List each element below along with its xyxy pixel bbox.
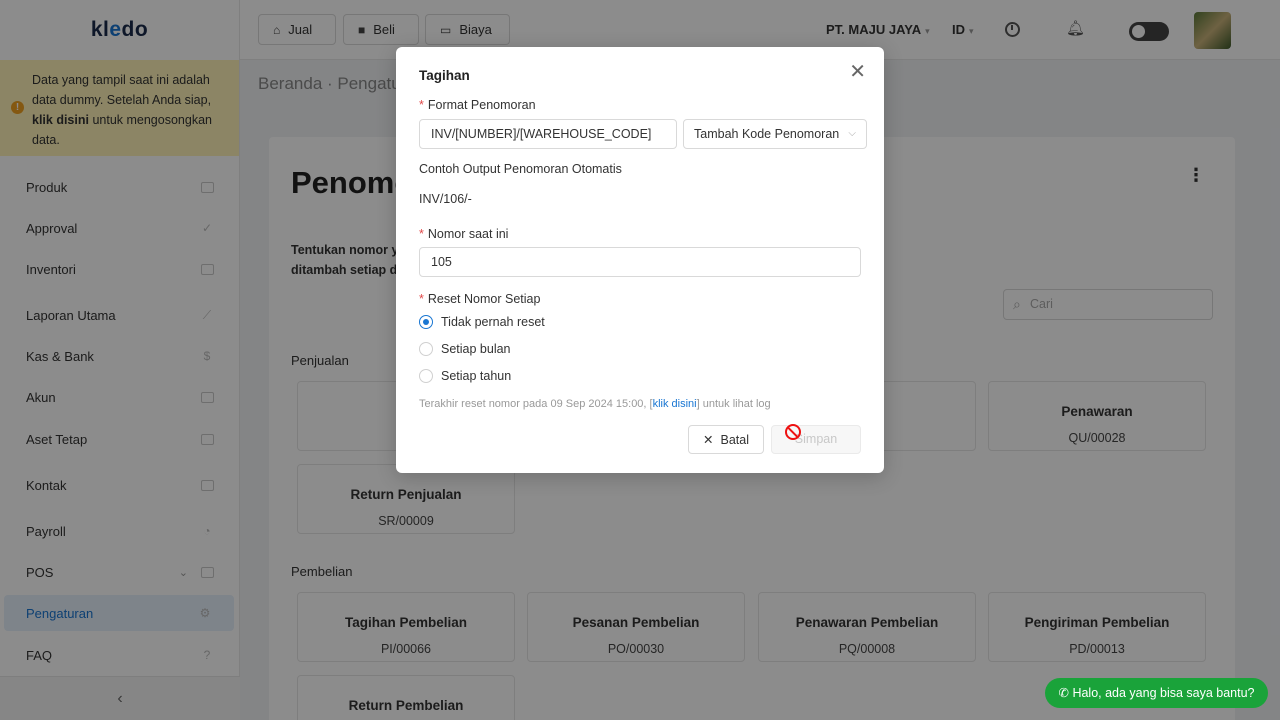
radio-never-reset[interactable]: Tidak pernah reset xyxy=(419,315,545,329)
radio-unchecked-icon xyxy=(419,342,433,356)
example-label: Contoh Output Penomoran Otomatis xyxy=(419,162,622,176)
whatsapp-icon: ✆ xyxy=(1058,686,1069,700)
radio-yearly[interactable]: Setiap tahun xyxy=(419,369,511,383)
radio-unchecked-icon xyxy=(419,369,433,383)
last-reset-note: Terakhir reset nomor pada 09 Sep 2024 15… xyxy=(419,398,771,410)
close-icon[interactable]: ✕ xyxy=(849,62,866,82)
current-number-input[interactable]: 105 xyxy=(419,247,861,277)
cancel-button[interactable]: ✕ Batal xyxy=(688,425,764,454)
format-label: * Format Penomoran xyxy=(419,98,536,112)
current-number-label: * Nomor saat ini xyxy=(419,227,509,241)
chevron-down-icon: ⌵ xyxy=(848,128,856,139)
close-icon: ✕ xyxy=(703,433,714,447)
radio-monthly[interactable]: Setiap bulan xyxy=(419,342,511,356)
example-value: INV/106/- xyxy=(419,192,472,206)
format-input[interactable]: INV/[NUMBER]/[WAREHOUSE_CODE] xyxy=(419,119,677,149)
reset-label: * Reset Nomor Setiap xyxy=(419,292,541,306)
numbering-modal: Tagihan ✕ * Format Penomoran INV/[NUMBER]… xyxy=(396,47,884,473)
not-allowed-cursor-icon xyxy=(785,424,801,440)
modal-title: Tagihan xyxy=(419,68,470,83)
view-log-link[interactable]: klik disini xyxy=(653,398,697,410)
add-code-select[interactable]: Tambah Kode Penomoran ⌵ xyxy=(683,119,867,149)
chat-support-button[interactable]: ✆ Halo, ada yang bisa saya bantu? xyxy=(1045,678,1268,708)
radio-checked-icon xyxy=(419,315,433,329)
